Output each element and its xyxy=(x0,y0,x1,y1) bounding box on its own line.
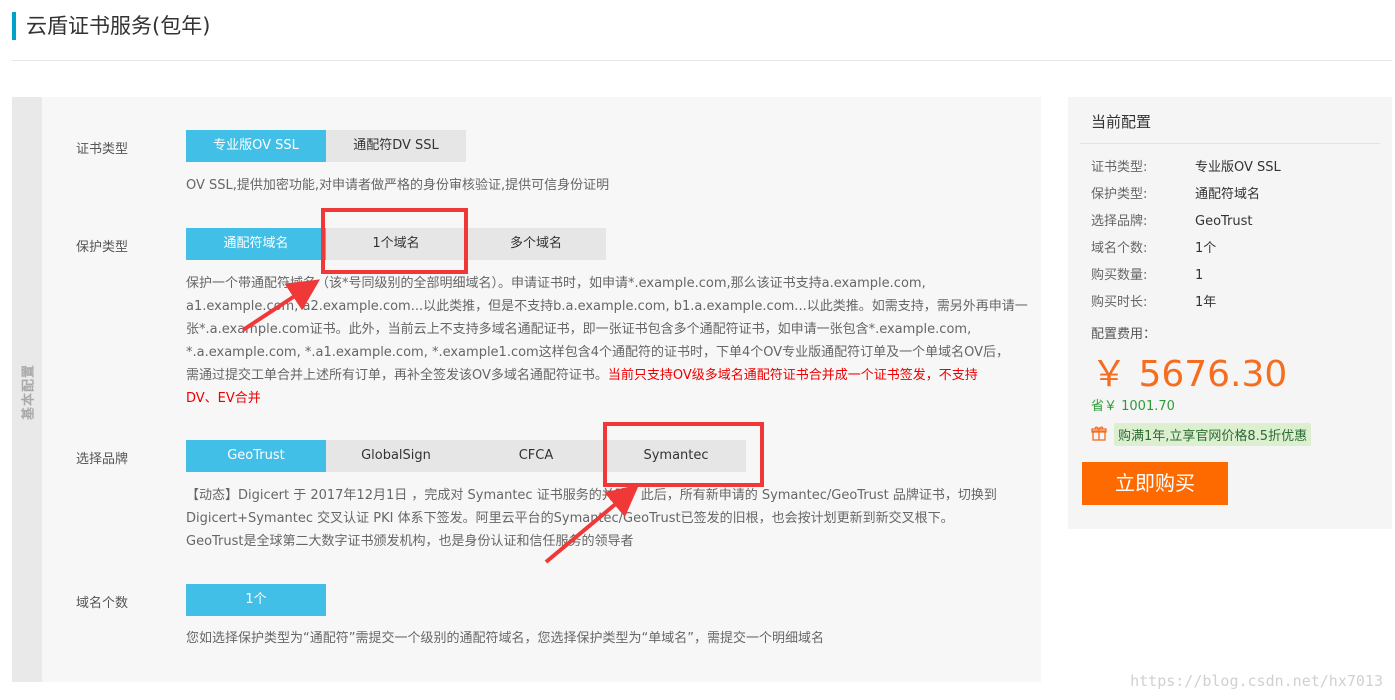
protect-desc-line: a1.example.com, a2.example.com...以此类推，但是… xyxy=(186,299,1028,314)
price-value: ￥ 5676.30 xyxy=(1091,354,1288,395)
summary-value: 1年 xyxy=(1195,295,1217,310)
brand-desc-line: 【动态】Digicert 于 2017年12月1日 ，完成对 Symantec … xyxy=(186,488,997,503)
summary-row: 选择品牌: GeoTrust xyxy=(1091,213,1253,231)
summary-title: 当前配置 xyxy=(1091,113,1152,131)
brand-option-geotrust[interactable]: GeoTrust xyxy=(186,440,326,472)
cert-type-label: 证书类型 xyxy=(76,142,129,157)
brand-desc-line: GeoTrust是全球第二大数字证书颁发机构，也是身份认证和信任服务的领导者 xyxy=(186,534,634,549)
protect-type-description: 保护一个带通配符域名（该*号同级别的全部明细域名）。申请证书时，如申请*.exa… xyxy=(186,272,1036,410)
cert-type-option-ov[interactable]: 专业版OV SSL xyxy=(186,130,326,162)
domain-count-label: 域名个数 xyxy=(76,596,129,611)
summary-key: 购买时长: xyxy=(1091,295,1148,310)
promo-badge: 购满1年,立享官网价格8.5折优惠 xyxy=(1114,423,1312,446)
protect-desc-warning: DV、EV合并 xyxy=(186,391,261,406)
buy-now-button[interactable]: 立即购买 xyxy=(1082,462,1228,505)
title-divider xyxy=(12,60,1392,61)
summary-row: 证书类型: 专业版OV SSL xyxy=(1091,159,1281,177)
config-panel: 基本配置 证书类型 专业版OV SSL 通配符DV SSL OV SSL,提供加… xyxy=(12,97,1041,682)
summary-panel: 当前配置 证书类型: 专业版OV SSL 保护类型: 通配符域名 选择品牌: GeoT… xyxy=(1068,97,1392,529)
domain-count-description: 您如选择保护类型为“通配符”需提交一个级别的通配符域名，您选择保护类型为“单域名… xyxy=(186,631,824,646)
summary-value: 1 xyxy=(1195,268,1204,283)
page-title: 云盾证书服务(包年) xyxy=(12,12,210,40)
fee-label: 配置费用： xyxy=(1091,327,1157,342)
cert-type-description: OV SSL,提供加密功能,对申请者做严格的身份审核验证,提供可信身份证明 xyxy=(186,178,610,193)
brand-option-symantec[interactable]: Symantec xyxy=(606,440,746,472)
gift-icon xyxy=(1091,426,1107,441)
summary-row: 域名个数: 1个 xyxy=(1091,240,1216,258)
brand-desc-line: Digicert+Symantec 交叉认证 PKI 体系下签发。阿里云平台的S… xyxy=(186,511,954,526)
protect-desc-line: *.a.example.com, *.a1.example.com, *.exa… xyxy=(186,345,1010,360)
brand-option-cfca[interactable]: CFCA xyxy=(466,440,606,472)
summary-key: 选择品牌: xyxy=(1091,214,1148,229)
brand-label: 选择品牌 xyxy=(76,452,129,467)
domain-count-option-1[interactable]: 1个 xyxy=(186,584,326,616)
summary-key: 证书类型: xyxy=(1091,160,1148,175)
summary-key: 购买数量: xyxy=(1091,268,1148,283)
protect-desc-line: 需通过提交工单合并上述所有订单，再补全签发该OV多域名通配符证书。当前只支持OV… xyxy=(186,364,1036,387)
brand-description: 【动态】Digicert 于 2017年12月1日 ，完成对 Symantec … xyxy=(186,484,1036,553)
protect-type-option-multiple[interactable]: 多个域名 xyxy=(466,228,606,260)
side-label: 基本配置 xyxy=(12,97,42,682)
summary-row: 购买数量: 1 xyxy=(1091,267,1203,285)
summary-row: 保护类型: 通配符域名 xyxy=(1091,186,1260,204)
protect-desc-line: 保护一个带通配符域名（该*号同级别的全部明细域名）。申请证书时，如申请*.exa… xyxy=(186,276,926,291)
summary-key: 域名个数: xyxy=(1091,241,1148,256)
side-label-text: 基本配置 xyxy=(21,363,37,421)
protect-desc-text: 需通过提交工单合并上述所有订单，再补全签发该OV多域名通配符证书。 xyxy=(186,368,608,383)
protect-type-label: 保护类型 xyxy=(76,240,129,255)
summary-value: 1个 xyxy=(1195,241,1217,256)
watermark: https://blog.csdn.net/hx7013 xyxy=(1130,672,1383,690)
summary-value: GeoTrust xyxy=(1195,214,1253,229)
savings-text: 省￥ 1001.70 xyxy=(1091,399,1175,414)
brand-option-globalsign[interactable]: GlobalSign xyxy=(326,440,466,472)
summary-divider xyxy=(1080,143,1380,144)
summary-row: 购买时长: 1年 xyxy=(1091,294,1216,312)
summary-key: 保护类型: xyxy=(1091,187,1148,202)
summary-value: 专业版OV SSL xyxy=(1195,160,1281,175)
cert-type-option-dv[interactable]: 通配符DV SSL xyxy=(326,130,466,162)
protect-desc-line: 张*.a.example.com证书。此外，当前云上不支持多域名通配证书，即一张… xyxy=(186,322,972,337)
summary-value: 通配符域名 xyxy=(1195,187,1261,202)
protect-type-option-wildcard[interactable]: 通配符域名 xyxy=(186,228,326,260)
protect-type-option-single[interactable]: 1个域名 xyxy=(326,228,466,260)
protect-desc-warning: 当前只支持OV级多域名通配符证书合并成一个证书签发，不支持 xyxy=(607,368,978,383)
